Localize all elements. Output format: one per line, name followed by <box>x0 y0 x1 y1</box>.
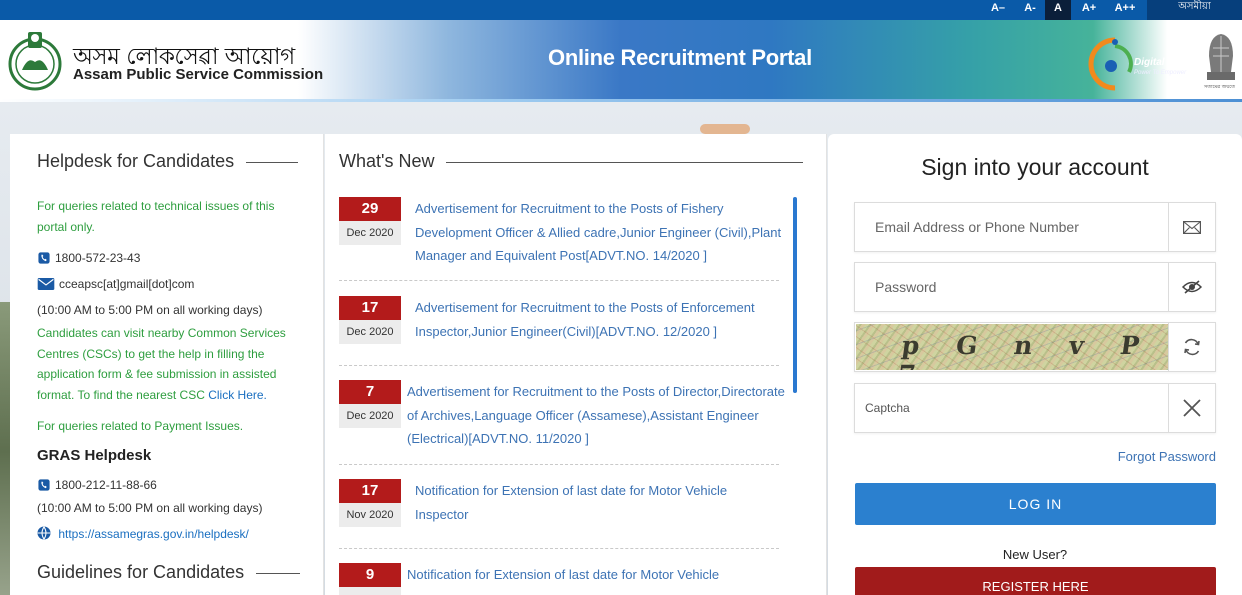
font-size-larger-button[interactable]: A+ <box>1075 0 1103 20</box>
date-badge: 7 Dec 2020 <box>339 380 401 428</box>
eye-slash-icon[interactable] <box>1168 263 1215 311</box>
font-size-smaller-button[interactable]: A- <box>1016 0 1044 20</box>
helpdesk-phone[interactable]: 1800-572-23-43 <box>37 251 140 265</box>
news-link[interactable]: Advertisement for Recruitment to the Pos… <box>407 380 785 451</box>
apsc-emblem-icon <box>8 32 62 91</box>
close-icon[interactable] <box>1168 384 1215 432</box>
helpdesk-panel: Helpdesk for Candidates For queries rela… <box>10 134 324 595</box>
helpdesk-title: Helpdesk for Candidates <box>37 151 299 172</box>
digital-india-text: Digital India <box>1134 57 1191 68</box>
divider <box>339 280 779 281</box>
login-panel: Sign into your account Email Address or … <box>828 134 1242 595</box>
gras-phone[interactable]: 1800-212-11-88-66 <box>37 478 157 492</box>
font-size-largest-button[interactable]: A++ <box>1107 0 1143 20</box>
csc-note: Candidates can visit nearby Common Servi… <box>37 326 286 402</box>
captcha-box: p G n v P 7 <box>854 322 1216 372</box>
login-button[interactable]: LOG IN <box>855 483 1216 525</box>
helpdesk-hours: (10:00 AM to 5:00 PM on all working days… <box>37 303 263 317</box>
date-badge: 17 Dec 2020 <box>339 296 401 344</box>
font-size-smallest-button[interactable]: A– <box>984 0 1012 20</box>
refresh-icon[interactable] <box>1168 323 1215 371</box>
guidelines-title: Guidelines for Candidates <box>37 562 301 583</box>
helpdesk-email[interactable]: cceapsc[at]gmail[dot]com <box>37 277 194 291</box>
new-user-label: New User? <box>1002 547 1068 562</box>
gras-hours: (10:00 AM to 5:00 PM on all working days… <box>37 501 263 515</box>
news-item[interactable]: 29 Dec 2020 Advertisement for Recruitmen… <box>339 197 781 267</box>
divider <box>339 548 779 549</box>
site-header: অসম লোকসেৱা আয়োগ Assam Public Service C… <box>0 20 1242 102</box>
divider <box>339 464 779 465</box>
login-title: Sign into your account <box>921 154 1149 180</box>
gras-helpdesk-title: GRAS Helpdesk <box>37 447 152 464</box>
password-field[interactable]: Password <box>854 262 1216 312</box>
captcha-input[interactable]: Captcha <box>854 383 1216 433</box>
date-badge: 9 <box>339 563 401 595</box>
phone-icon <box>38 479 50 491</box>
background-decoration <box>700 124 750 134</box>
emblem-caption: সত্যমেৱ জয়তে <box>1204 84 1235 90</box>
news-link[interactable]: Advertisement for Recruitment to the Pos… <box>415 197 785 268</box>
email-field[interactable]: Email Address or Phone Number <box>854 202 1216 252</box>
globe-icon <box>37 526 51 540</box>
news-item[interactable]: 7 Dec 2020 Advertisement for Recruitment… <box>339 380 785 450</box>
phone-icon <box>38 252 50 264</box>
register-button[interactable]: REGISTER HERE <box>855 567 1216 595</box>
news-scrollbar[interactable] <box>793 197 797 393</box>
org-name-english: Assam Public Service Commission <box>73 66 324 83</box>
whats-new-panel: What's New 29 Dec 2020 Advertisement for… <box>325 134 827 595</box>
payment-issues-note: For queries related to Payment Issues. <box>37 419 244 433</box>
news-link[interactable]: Notification for Extension of last date … <box>407 563 767 587</box>
news-item[interactable]: 17 Nov 2020 Notification for Extension o… <box>339 479 779 529</box>
date-badge: 29 Dec 2020 <box>339 197 401 245</box>
news-link[interactable]: Advertisement for Recruitment to the Pos… <box>415 296 785 343</box>
tech-issues-note: For queries related to technical issues … <box>37 199 275 234</box>
news-link[interactable]: Notification for Extension of last date … <box>415 479 765 526</box>
divider <box>339 365 779 366</box>
digital-india-tagline: Power To Empower <box>1134 70 1187 76</box>
gras-url-link[interactable]: https://assamegras.gov.in/helpdesk/ <box>37 526 249 541</box>
font-size-normal-button[interactable]: A <box>1045 0 1071 20</box>
portal-title: Online Recruitment Portal <box>548 45 812 70</box>
language-toggle-link[interactable]: অসমীয়া <box>1147 0 1242 20</box>
news-item[interactable]: 17 Dec 2020 Advertisement for Recruitmen… <box>339 296 779 346</box>
date-badge: 17 Nov 2020 <box>339 479 401 527</box>
whats-new-title: What's New <box>339 151 804 172</box>
envelope-icon <box>1168 203 1215 251</box>
background-decoration <box>0 302 10 595</box>
csc-click-here-link[interactable]: Click Here. <box>208 388 267 402</box>
accessibility-bar: A– A- A A+ A++ অসমীয়া <box>0 0 1242 20</box>
captcha-image: p G n v P 7 <box>856 324 1168 370</box>
forgot-password-link[interactable]: Forgot Password <box>1118 449 1216 464</box>
news-item[interactable]: 9 Notification for Extension of last dat… <box>339 563 779 595</box>
mail-icon <box>37 278 55 290</box>
